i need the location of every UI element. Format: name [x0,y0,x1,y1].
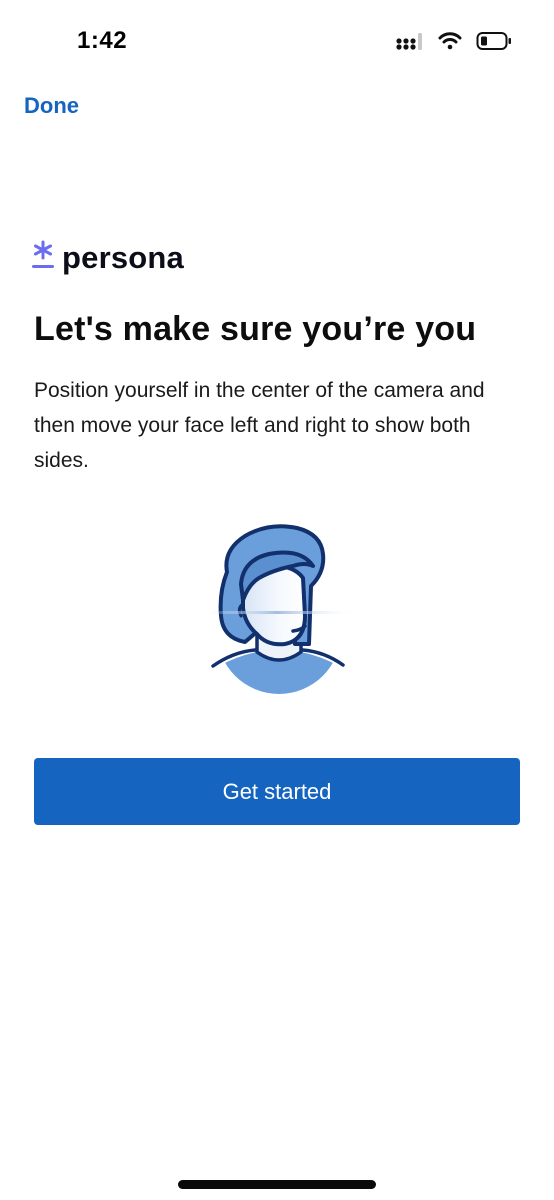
done-button[interactable]: Done [24,93,79,119]
logo-wordmark: persona [62,240,184,275]
get-started-button[interactable]: Get started [34,758,520,825]
asterisk-logo-icon [32,240,54,275]
face-scan-illustration [197,520,357,695]
instructions-text: Position yourself in the center of the c… [34,379,485,472]
verification-intro-screen: 1:42 Done persona Let's make sure you’re… [0,0,554,1200]
home-indicator[interactable] [178,1180,376,1189]
status-icons [396,31,512,51]
wifi-icon [438,32,462,50]
status-time: 1:42 [77,27,128,54]
persona-logo: persona [32,238,184,276]
page-title: Let's make sure you’re you [34,310,477,348]
battery-icon [476,31,512,51]
cellular-signal-icon [396,31,424,51]
status-bar: 1:42 [0,0,554,84]
